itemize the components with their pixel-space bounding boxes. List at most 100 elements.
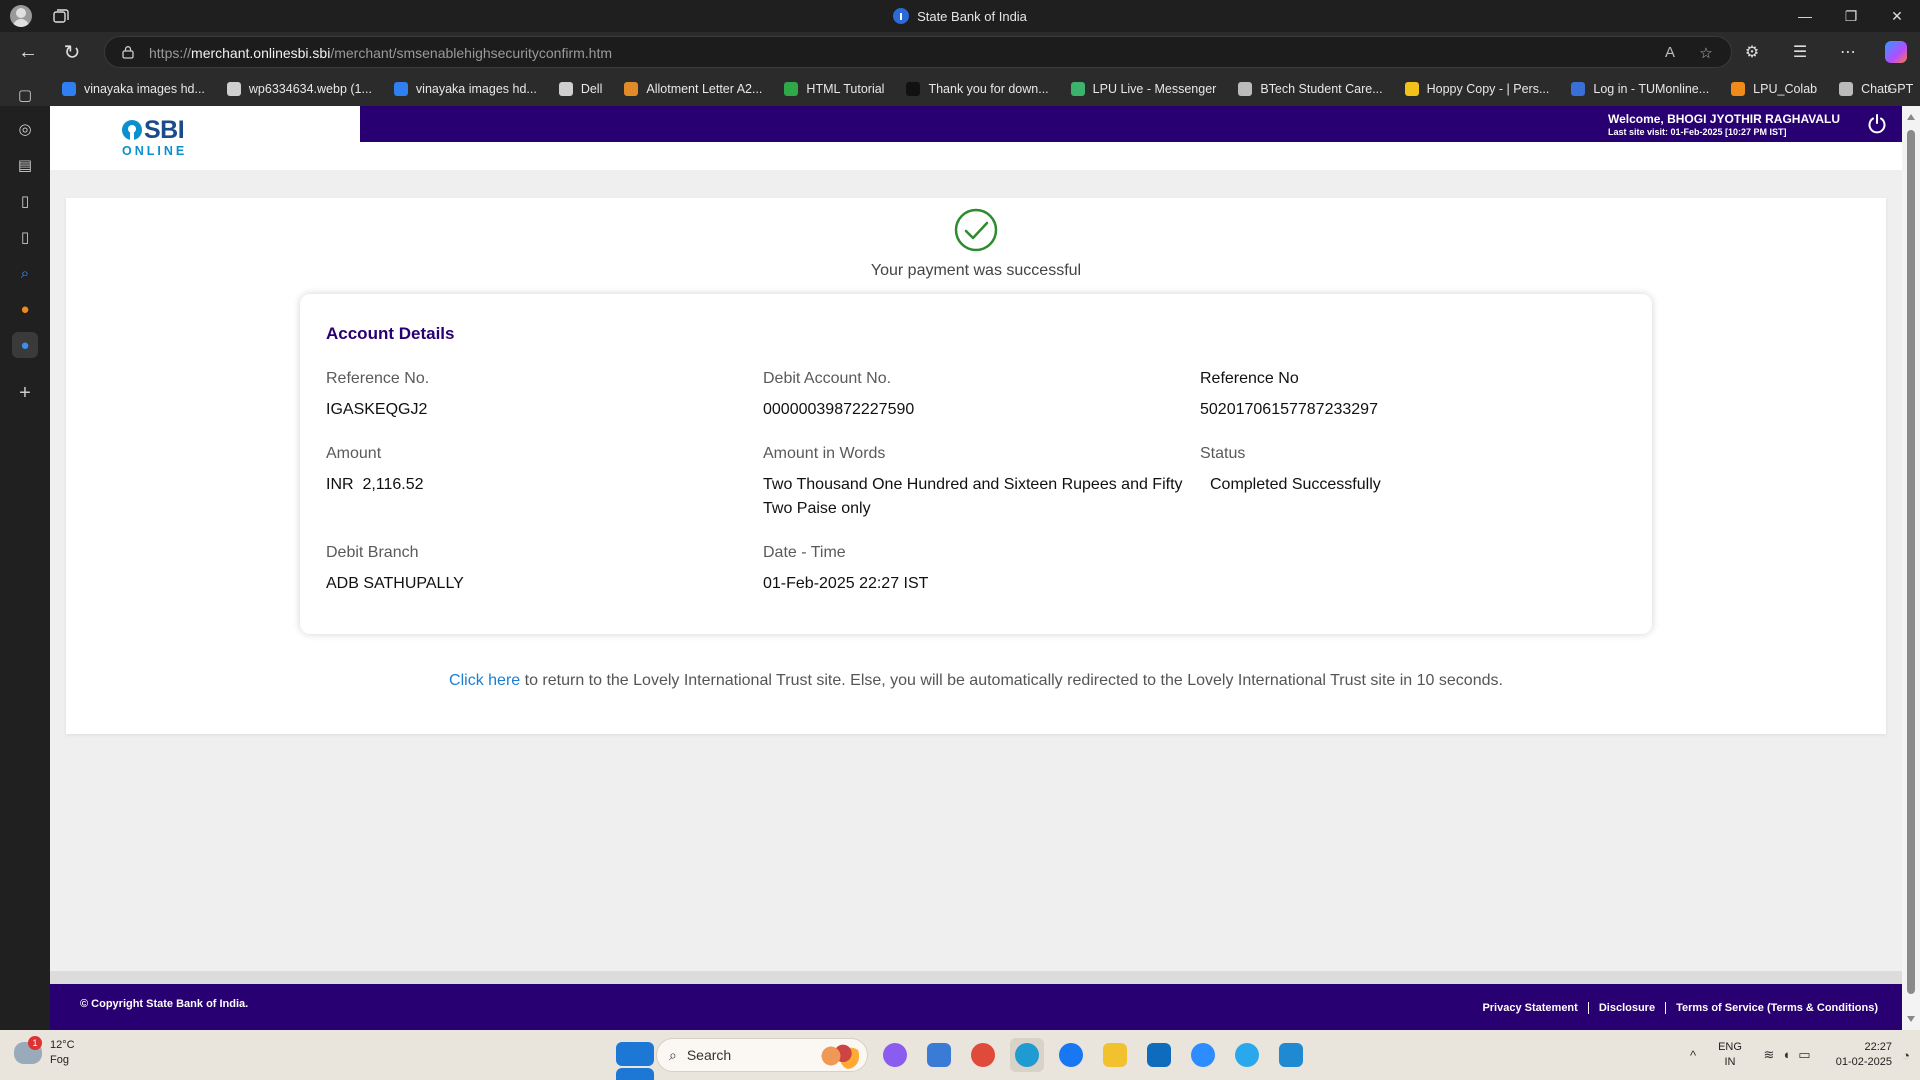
browser-sidebar: ▢ ◎ ▤ ▯ ▯ ⌕ ● ● + — [0, 87, 50, 1030]
colab-sidebar-icon[interactable]: ● — [12, 296, 38, 322]
account-details-title: Account Details — [326, 324, 455, 343]
taskbar-app-copilot[interactable] — [878, 1038, 912, 1072]
bookmark-item[interactable]: vinayaka images hd... — [62, 82, 205, 96]
taskbar-app-store[interactable] — [922, 1038, 956, 1072]
taskbar-app-facebook[interactable] — [1054, 1038, 1088, 1072]
copilot-icon — [1885, 41, 1907, 63]
bookmark-item[interactable]: Dell — [558, 82, 602, 96]
site-info-lock-icon[interactable] — [121, 45, 135, 59]
bookmark-item[interactable]: Log in - TUMonline... — [1571, 82, 1709, 96]
header-bar: Welcome, BHOGI JYOTHIR RAGHAVALU Last si… — [360, 106, 1902, 142]
search-icon: ⌕ — [669, 1046, 677, 1063]
bookmark-item[interactable]: Hoppy Copy - | Pers... — [1404, 82, 1549, 96]
status-badge: Completed Successfully — [1210, 476, 1381, 493]
chatgpt-sidebar-icon[interactable]: ◎ — [12, 116, 38, 142]
page-viewport: SBI ONLINE Welcome, BHOGI JYOTHIR RAGHAV… — [50, 106, 1902, 1030]
bookmark-item[interactable]: BTech Student Care... — [1238, 82, 1383, 96]
field-amount-words: Amount in Words Two Thousand One Hundred… — [763, 445, 1183, 517]
sbi-favicon-icon — [893, 8, 910, 24]
document2-sidebar-icon[interactable]: ▯ — [12, 224, 38, 250]
bookmark-favicon-icon — [1070, 82, 1085, 96]
windows-taskbar: 12°C Fog ⌕ Search ^ ENG IN ≋ ◖ ▭ 22:27 0… — [0, 1030, 1920, 1080]
wifi-icon: ≋ — [1763, 1047, 1775, 1062]
show-hidden-icons-chevron-icon[interactable]: ^ — [1678, 1048, 1708, 1063]
copilot-button[interactable] — [1872, 32, 1920, 72]
sbi-logo[interactable]: SBI ONLINE — [122, 116, 202, 160]
bookmark-favicon-icon — [1238, 82, 1253, 96]
bookmark-favicon-icon — [784, 82, 799, 96]
field-amount: Amount INR 2,116.52 — [326, 445, 424, 493]
weather-widget[interactable]: 12°C Fog — [14, 1036, 75, 1068]
weather-icon — [14, 1036, 42, 1064]
bookmark-item[interactable]: Thank you for down... — [906, 82, 1049, 96]
document-sidebar-icon[interactable]: ▯ — [12, 188, 38, 214]
sbi-sidebar-icon[interactable]: ● — [12, 332, 38, 358]
privacy-statement-link[interactable]: Privacy Statement — [1472, 1002, 1587, 1014]
favorites-icon[interactable]: ☰ — [1776, 32, 1824, 72]
taskbar-app-edge[interactable] — [1010, 1038, 1044, 1072]
refresh-icon[interactable]: ↻ — [60, 40, 84, 64]
start-button[interactable] — [612, 1038, 654, 1080]
minimize-button[interactable]: — — [1782, 0, 1828, 32]
field-reference-no: Reference No. IGASKEQGJ2 — [326, 370, 430, 418]
bookmark-item[interactable]: wp6334634.webp (1... — [226, 82, 372, 96]
title-bar: State Bank of India — ❐ ✕ — [0, 0, 1920, 32]
disclosure-link[interactable]: Disclosure — [1587, 1002, 1665, 1014]
calendar-sidebar-icon[interactable]: ▤ — [12, 152, 38, 178]
url-text[interactable]: https://merchant.onlinesbi.sbi/merchant/… — [149, 45, 612, 61]
taskbar-search[interactable]: ⌕ Search — [656, 1038, 868, 1072]
browser-toolbar: ← ↻ https://merchant.onlinesbi.sbi/merch… — [0, 32, 1920, 72]
language-indicator[interactable]: ENG IN — [1708, 1040, 1752, 1070]
terms-of-service-link[interactable]: Terms of Service (Terms & Conditions) — [1665, 1002, 1888, 1014]
vscode-icon — [1279, 1043, 1303, 1067]
taskbar-app-file-explorer[interactable] — [1098, 1038, 1132, 1072]
address-bar[interactable]: https://merchant.onlinesbi.sbi/merchant/… — [104, 36, 1732, 68]
notifications-icon[interactable]: ◔ — [1892, 1048, 1920, 1063]
scroll-up-icon[interactable] — [1907, 114, 1915, 120]
taskbar-app-outlook[interactable] — [1142, 1038, 1176, 1072]
page-scrollbar[interactable] — [1902, 106, 1920, 1030]
logout-power-icon[interactable] — [1866, 113, 1888, 135]
add-sidebar-icon[interactable]: + — [12, 380, 38, 406]
favorite-star-icon[interactable]: ☆ — [1697, 44, 1715, 62]
network-volume-battery[interactable]: ≋ ◖ ▭ — [1752, 1047, 1822, 1063]
bookmark-favicon-icon — [906, 82, 921, 96]
sbi-keyhole-icon — [122, 120, 142, 140]
read-aloud-icon[interactable]: A — [1661, 44, 1679, 62]
page-footer: © Copyright State Bank of India. Privacy… — [50, 984, 1902, 1030]
zoom-icon — [1191, 1043, 1215, 1067]
telegram-icon — [1235, 1043, 1259, 1067]
scroll-thumb[interactable] — [1907, 130, 1915, 994]
extensions-icon[interactable]: ⚙ — [1728, 32, 1776, 72]
clock[interactable]: 22:27 01-02-2025 — [1822, 1040, 1892, 1070]
footer-separator — [50, 971, 1902, 984]
more-bookmarks-chevron-icon[interactable]: › — [1887, 80, 1892, 97]
payment-card: Your payment was successful Account Deta… — [66, 198, 1886, 734]
field-bank-reference: Reference No 50201706157787233297 — [1200, 370, 1378, 418]
bookmark-item[interactable]: Allotment Letter A2... — [624, 82, 762, 96]
bookmark-item[interactable]: LPU_Colab — [1731, 82, 1817, 96]
taskbar-app-zoom[interactable] — [1186, 1038, 1220, 1072]
back-arrow-icon[interactable]: ← — [16, 40, 40, 64]
field-date-time: Date - Time 01-Feb-2025 22:27 IST — [763, 544, 929, 592]
bookmark-item[interactable]: ChatGPT — [1839, 82, 1913, 96]
tab-actions-icon[interactable]: ▢ — [12, 82, 38, 108]
bookmark-item[interactable]: vinayaka images hd... — [393, 82, 537, 96]
taskbar-app-telegram[interactable] — [1230, 1038, 1264, 1072]
bookmark-favicon-icon — [62, 82, 76, 96]
system-tray: ^ ENG IN ≋ ◖ ▭ 22:27 01-02-2025 ◔ — [1678, 1030, 1920, 1080]
restore-button[interactable]: ❐ — [1828, 0, 1874, 32]
search-sidebar-icon[interactable]: ⌕ — [12, 260, 38, 286]
bookmark-favicon-icon — [558, 82, 573, 96]
bookmark-item[interactable]: HTML Tutorial — [784, 82, 884, 96]
click-here-link[interactable]: Click here — [449, 672, 520, 689]
bookmark-favicon-icon — [1839, 82, 1854, 96]
copyright-text: © Copyright State Bank of India. — [80, 998, 249, 1010]
more-options-icon[interactable]: ⋯ — [1824, 32, 1872, 72]
close-window-button[interactable]: ✕ — [1874, 0, 1920, 32]
scroll-down-icon[interactable] — [1907, 1016, 1915, 1022]
taskbar-app-chrome[interactable] — [966, 1038, 1000, 1072]
taskbar-app-vscode[interactable] — [1274, 1038, 1308, 1072]
welcome-text: Welcome, BHOGI JYOTHIR RAGHAVALU Last si… — [1607, 112, 1840, 137]
bookmark-item[interactable]: LPU Live - Messenger — [1070, 82, 1216, 96]
